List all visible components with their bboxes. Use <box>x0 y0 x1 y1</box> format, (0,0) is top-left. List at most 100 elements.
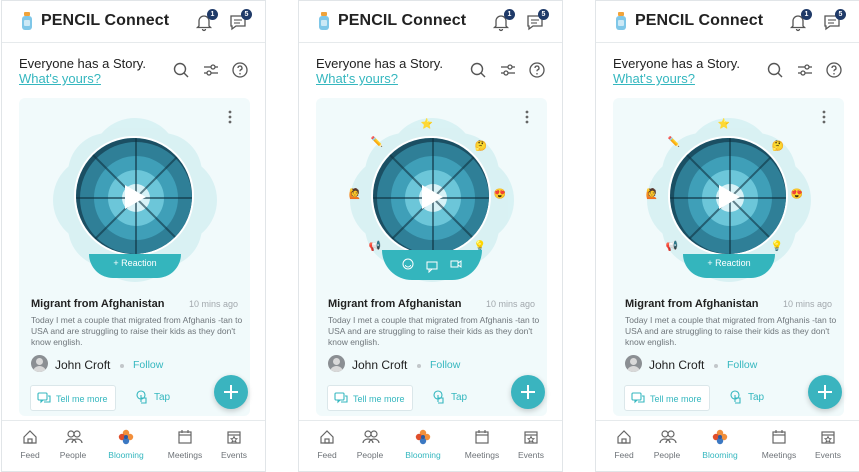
app-header: PENCIL Connect 1 5 <box>299 1 562 43</box>
home-icon <box>23 430 37 444</box>
megaphone-reaction-icon[interactable]: 📢 <box>368 240 382 254</box>
person-reaction-icon[interactable]: 🙋 <box>645 188 659 202</box>
video-camera-icon[interactable] <box>450 258 462 270</box>
play-icon[interactable] <box>419 183 445 211</box>
home-icon <box>617 430 631 444</box>
nav-people[interactable]: People <box>348 421 392 471</box>
follow-button[interactable]: Follow <box>430 359 460 371</box>
nav-blooming[interactable]: Blooming <box>698 421 742 471</box>
tap-hand-icon[interactable] <box>432 389 448 405</box>
whats-yours-link[interactable]: What's yours? <box>19 71 101 86</box>
post-time: 10 mins ago <box>188 299 238 309</box>
reaction-button[interactable]: + Reaction <box>683 254 775 278</box>
nav-meetings-label: Meetings <box>464 450 500 460</box>
tell-me-more-button[interactable]: Tell me more <box>327 385 413 411</box>
story-card[interactable]: ✏️ ⭐ 🤔 🙋 😍 📢 💡 Migrant from Afghanistan … <box>316 98 547 416</box>
whats-yours-link[interactable]: What's yours? <box>316 71 398 86</box>
whats-yours-link[interactable]: What's yours? <box>613 71 695 86</box>
star-reaction-icon[interactable]: ⭐ <box>420 118 434 132</box>
create-story-fab[interactable] <box>511 375 545 409</box>
notifications-button[interactable]: 1 <box>788 9 812 32</box>
pencil-logo-icon <box>22 12 32 30</box>
megaphone-reaction-icon[interactable]: 📢 <box>665 240 679 254</box>
bulb-reaction-icon[interactable]: 💡 <box>770 240 784 254</box>
thinking-reaction-icon[interactable]: 🤔 <box>771 140 785 154</box>
nav-blooming[interactable]: Blooming <box>104 421 148 471</box>
tap-hand-icon[interactable] <box>135 389 151 405</box>
follow-button[interactable]: Follow <box>133 359 163 371</box>
tap-hand-icon[interactable] <box>729 389 745 405</box>
chat-bubbles-icon <box>631 392 645 404</box>
reaction-label: + Reaction <box>113 258 157 268</box>
heart-eyes-reaction-icon[interactable]: 😍 <box>790 188 804 202</box>
tell-me-more-button[interactable]: Tell me more <box>624 385 710 411</box>
tap-button[interactable]: Tap <box>748 392 764 403</box>
nav-blooming[interactable]: Blooming <box>401 421 445 471</box>
phone-screen-reaction-tray: PENCIL Connect 1 5 Everyone has a Story.… <box>298 0 563 472</box>
nav-events[interactable]: Events <box>509 421 553 471</box>
nav-feed[interactable]: Feed <box>602 421 646 471</box>
tap-button[interactable]: Tap <box>154 392 170 403</box>
plus-icon <box>521 385 535 399</box>
help-icon[interactable] <box>231 61 249 79</box>
tell-me-more-button[interactable]: Tell me more <box>30 385 116 411</box>
follow-button[interactable]: Follow <box>727 359 757 371</box>
author-avatar[interactable] <box>31 355 48 372</box>
person-reaction-icon[interactable]: 🙋 <box>348 188 362 202</box>
play-icon[interactable] <box>716 183 742 211</box>
story-card[interactable]: ✏️ ⭐ 🤔 🙋 😍 📢 💡 + Reaction Migrant from A… <box>613 98 844 416</box>
messages-button[interactable]: 5 <box>525 9 549 32</box>
help-icon[interactable] <box>825 61 843 79</box>
blooming-flower-icon <box>118 429 134 445</box>
author-name[interactable]: John Croft <box>55 358 110 372</box>
author-name[interactable]: John Croft <box>352 358 407 372</box>
smiley-icon[interactable] <box>402 258 414 270</box>
search-icon[interactable] <box>766 61 784 79</box>
more-options-icon[interactable] <box>228 110 232 124</box>
thinking-reaction-icon[interactable]: 🤔 <box>474 140 488 154</box>
create-story-fab[interactable] <box>214 375 248 409</box>
tap-button[interactable]: Tap <box>451 392 467 403</box>
more-options-icon[interactable] <box>822 110 826 124</box>
heart-eyes-reaction-icon[interactable]: 😍 <box>493 188 507 202</box>
create-story-fab[interactable] <box>808 375 842 409</box>
search-icon[interactable] <box>469 61 487 79</box>
phone-screen-reactions: PENCIL Connect 1 5 Everyone has a Story.… <box>595 0 859 472</box>
pencil-reaction-icon[interactable]: ✏️ <box>370 136 384 150</box>
messages-button[interactable]: 5 <box>822 9 846 32</box>
nav-events[interactable]: Events <box>212 421 256 471</box>
nav-meetings[interactable]: Meetings <box>757 421 801 471</box>
help-icon[interactable] <box>528 61 546 79</box>
story-card[interactable]: + Reaction Migrant from Afghanistan 10 m… <box>19 98 250 416</box>
nav-feed[interactable]: Feed <box>8 421 52 471</box>
reaction-button[interactable]: + Reaction <box>89 254 181 278</box>
nav-meetings[interactable]: Meetings <box>460 421 504 471</box>
star-reaction-icon[interactable]: ⭐ <box>717 118 731 132</box>
author-avatar[interactable] <box>625 355 642 372</box>
message-badge: 5 <box>835 9 846 20</box>
nav-people[interactable]: People <box>645 421 689 471</box>
comment-icon[interactable] <box>426 261 438 273</box>
nav-people-label: People <box>59 450 87 460</box>
pencil-reaction-icon[interactable]: ✏️ <box>667 136 681 150</box>
notifications-button[interactable]: 1 <box>194 9 218 32</box>
search-icon[interactable] <box>172 61 190 79</box>
nav-meetings[interactable]: Meetings <box>163 421 207 471</box>
filter-sliders-icon[interactable] <box>796 61 814 79</box>
separator-dot <box>714 364 718 368</box>
filter-sliders-icon[interactable] <box>202 61 220 79</box>
app-title: PENCIL Connect <box>338 12 467 29</box>
author-avatar[interactable] <box>328 355 345 372</box>
more-options-icon[interactable] <box>525 110 529 124</box>
author-name[interactable]: John Croft <box>649 358 704 372</box>
filter-sliders-icon[interactable] <box>499 61 517 79</box>
nav-people[interactable]: People <box>51 421 95 471</box>
messages-button[interactable]: 5 <box>228 9 252 32</box>
play-icon[interactable] <box>122 183 148 211</box>
notification-badge: 1 <box>504 9 515 20</box>
notifications-button[interactable]: 1 <box>491 9 515 32</box>
nav-events[interactable]: Events <box>806 421 850 471</box>
event-star-calendar-icon <box>227 431 241 444</box>
nav-feed[interactable]: Feed <box>305 421 349 471</box>
message-badge: 5 <box>241 9 252 20</box>
